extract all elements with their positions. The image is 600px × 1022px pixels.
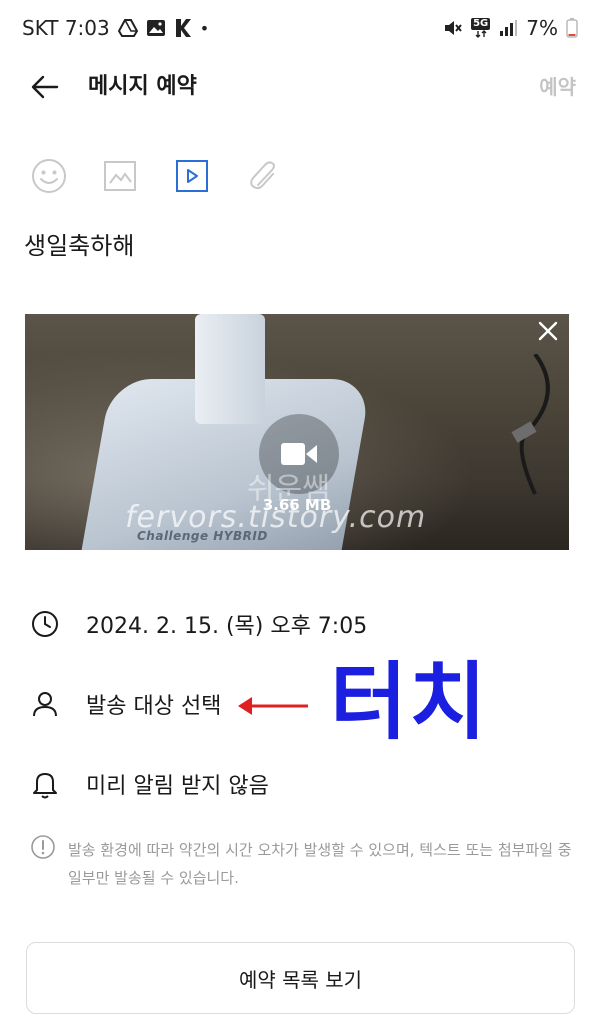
- status-left: SKT 7:03 •: [22, 16, 209, 40]
- bell-icon: [30, 769, 60, 799]
- video-icon: [176, 160, 208, 192]
- gallery-icon: [146, 19, 166, 37]
- back-button[interactable]: [28, 70, 62, 104]
- message-text[interactable]: 생일축하해: [24, 228, 134, 264]
- video-object-arm: [195, 314, 265, 424]
- annotation-arrow-icon: [238, 697, 308, 715]
- annotation-text: 터치: [330, 653, 489, 751]
- reminder-row[interactable]: 미리 알림 받지 않음: [0, 756, 600, 812]
- mute-icon: [443, 18, 463, 38]
- page-title: 메시지 예약: [88, 74, 197, 99]
- k-app-icon: [174, 18, 192, 38]
- remove-video-button[interactable]: [531, 314, 565, 348]
- clock-icon: [30, 609, 60, 639]
- app-bar: 메시지 예약 예약: [0, 56, 600, 118]
- schedule-datetime: 2024. 2. 15. (목) 오후 7:05: [86, 614, 368, 639]
- reserve-button[interactable]: 예약: [539, 70, 576, 104]
- emoji-button[interactable]: [25, 150, 73, 202]
- attachment-icon: [250, 161, 275, 190]
- info-icon: [31, 835, 55, 859]
- video-button[interactable]: [168, 150, 216, 202]
- status-right: 5G 7%: [443, 16, 578, 40]
- battery-percent: 7%: [526, 16, 558, 40]
- attachment-toolbar: [0, 150, 600, 202]
- status-bar: SKT 7:03 • 5G 7%: [0, 0, 600, 56]
- network-label: 5G: [471, 18, 491, 30]
- battery-icon: [566, 18, 578, 38]
- signal-icon: [498, 19, 518, 37]
- cable-graphic: [511, 354, 550, 495]
- image-icon: [104, 161, 136, 191]
- notice-text: 발송 환경에 따라 약간의 시간 오차가 발생할 수 있으며, 텍스트 또는 첨…: [68, 841, 572, 887]
- carrier-time: SKT 7:03: [22, 16, 110, 40]
- drive-icon: [117, 19, 138, 37]
- image-button[interactable]: [96, 150, 144, 202]
- person-icon: [30, 689, 60, 719]
- video-attachment[interactable]: Challenge HYBRID 쉬운쌤 3.66 MB fervors.tis…: [25, 314, 569, 550]
- arrow-left-icon: [31, 75, 59, 99]
- attach-button[interactable]: [240, 150, 288, 202]
- watermark: fervors.tistory.com: [125, 500, 427, 535]
- emoji-icon: [32, 159, 66, 193]
- reminder-label: 미리 알림 받지 않음: [86, 774, 269, 799]
- status-dot: •: [199, 18, 210, 38]
- schedule-datetime-row[interactable]: 2024. 2. 15. (목) 오후 7:05: [0, 596, 600, 652]
- recipient-select-label: 발송 대상 선택: [86, 694, 222, 719]
- view-reservation-list-button[interactable]: 예약 목록 보기: [26, 942, 575, 1014]
- 5g-icon: 5G: [471, 18, 491, 38]
- close-icon: [538, 321, 558, 341]
